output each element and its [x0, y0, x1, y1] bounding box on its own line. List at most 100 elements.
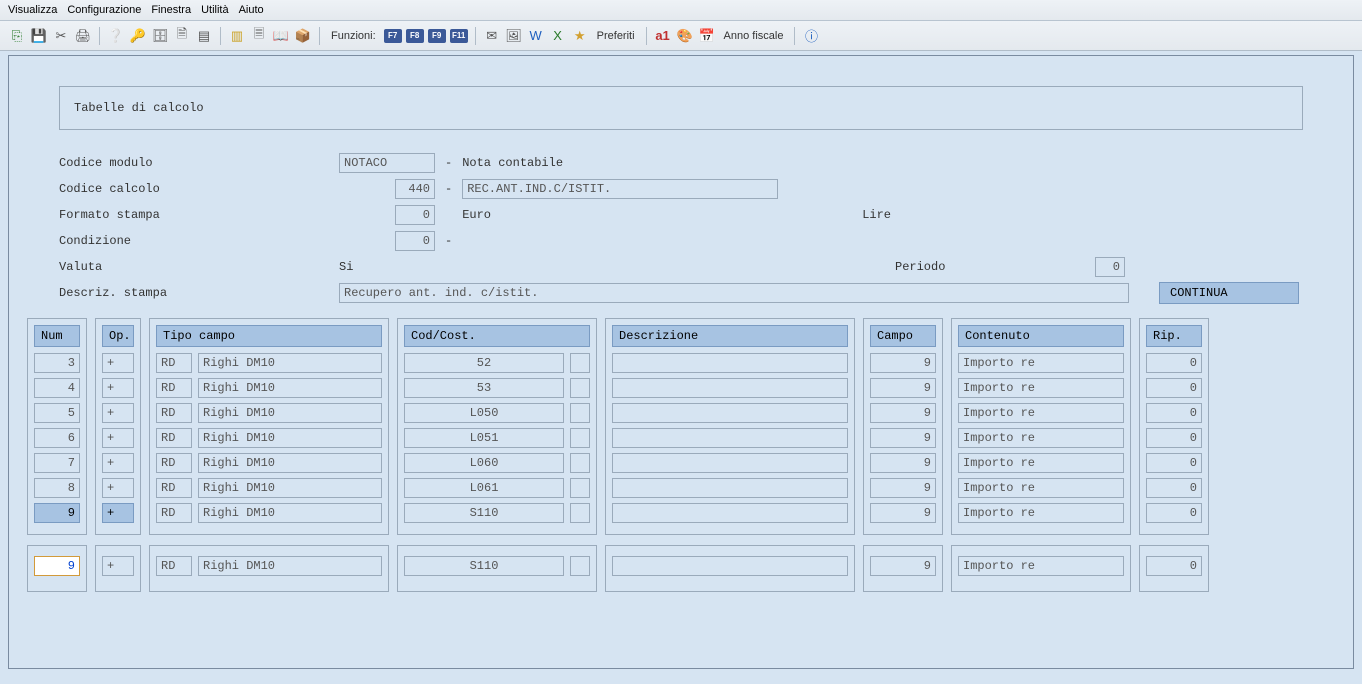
- edit-rip[interactable]: 0: [1146, 556, 1202, 576]
- cell-tc[interactable]: RD: [156, 453, 192, 473]
- cell-campo[interactable]: 9: [870, 503, 936, 523]
- cell-cont[interactable]: Importo re: [958, 503, 1124, 523]
- cell-cod[interactable]: 53: [404, 378, 564, 398]
- cell-cont[interactable]: Importo re: [958, 453, 1124, 473]
- menu-utilita[interactable]: Utilità: [201, 4, 229, 16]
- edit-cont[interactable]: Importo re: [958, 556, 1124, 576]
- edit-cod-extra[interactable]: [570, 556, 590, 576]
- cell-td[interactable]: Righi DM10: [198, 353, 382, 373]
- cell-num[interactable]: 5: [34, 403, 80, 423]
- star-icon[interactable]: ★: [571, 27, 589, 45]
- cal-icon[interactable]: 📅: [698, 27, 716, 45]
- cell-rip[interactable]: 0: [1146, 353, 1202, 373]
- edit-desc[interactable]: [612, 556, 848, 576]
- cell-tc[interactable]: RD: [156, 428, 192, 448]
- cell-cont[interactable]: Importo re: [958, 378, 1124, 398]
- cell-tc[interactable]: RD: [156, 378, 192, 398]
- print-icon[interactable]: 🖨: [74, 27, 92, 45]
- label-anno[interactable]: Anno fiscale: [724, 30, 784, 42]
- cell-cod-extra[interactable]: [570, 353, 590, 373]
- help-icon[interactable]: ❔: [107, 27, 125, 45]
- cell-num[interactable]: 6: [34, 428, 80, 448]
- cell-cont[interactable]: Importo re: [958, 478, 1124, 498]
- cell-td[interactable]: Righi DM10: [198, 503, 382, 523]
- cell-num[interactable]: 3: [34, 353, 80, 373]
- cell-desc[interactable]: [612, 478, 848, 498]
- cell-cod-extra[interactable]: [570, 378, 590, 398]
- info-icon[interactable]: ⓘ: [802, 27, 820, 45]
- input-codice-calcolo-desc[interactable]: [462, 179, 778, 199]
- edit-num[interactable]: 9: [34, 556, 80, 576]
- img-icon[interactable]: 🖼: [505, 27, 523, 45]
- input-descriz[interactable]: [339, 283, 1129, 303]
- cell-op[interactable]: +: [102, 503, 134, 523]
- edit-tc[interactable]: RD: [156, 556, 192, 576]
- cell-cod[interactable]: L060: [404, 453, 564, 473]
- cell-td[interactable]: Righi DM10: [198, 378, 382, 398]
- cell-campo[interactable]: 9: [870, 353, 936, 373]
- cell-tc[interactable]: RD: [156, 503, 192, 523]
- key-icon[interactable]: 🔑: [129, 27, 147, 45]
- cell-num[interactable]: 4: [34, 378, 80, 398]
- exit-icon[interactable]: ⎘: [8, 27, 26, 45]
- cell-rip[interactable]: 0: [1146, 378, 1202, 398]
- menu-aiuto[interactable]: Aiuto: [239, 4, 264, 16]
- input-condizione[interactable]: [395, 231, 435, 251]
- edit-td[interactable]: Righi DM10: [198, 556, 382, 576]
- cell-desc[interactable]: [612, 503, 848, 523]
- cell-td[interactable]: Righi DM10: [198, 428, 382, 448]
- cell-tc[interactable]: RD: [156, 478, 192, 498]
- cell-op[interactable]: +: [102, 378, 134, 398]
- word-icon[interactable]: W: [527, 27, 545, 45]
- cell-cod-extra[interactable]: [570, 428, 590, 448]
- cell-rip[interactable]: 0: [1146, 503, 1202, 523]
- label-preferiti[interactable]: Preferiti: [597, 30, 635, 42]
- cell-num[interactable]: 9: [34, 503, 80, 523]
- cell-desc[interactable]: [612, 403, 848, 423]
- book-icon[interactable]: 📖: [272, 27, 290, 45]
- list-icon[interactable]: ▤: [195, 27, 213, 45]
- cell-op[interactable]: +: [102, 403, 134, 423]
- cell-campo[interactable]: 9: [870, 378, 936, 398]
- cell-cod[interactable]: 52: [404, 353, 564, 373]
- mail-icon[interactable]: ✉: [483, 27, 501, 45]
- f11-button[interactable]: F11: [450, 29, 468, 43]
- db-icon[interactable]: 🗄: [151, 27, 169, 45]
- cell-campo[interactable]: 9: [870, 453, 936, 473]
- edit-cod[interactable]: S110: [404, 556, 564, 576]
- cell-campo[interactable]: 9: [870, 478, 936, 498]
- cell-cod[interactable]: S110: [404, 503, 564, 523]
- cell-campo[interactable]: 9: [870, 403, 936, 423]
- cell-cod[interactable]: L061: [404, 478, 564, 498]
- cell-op[interactable]: +: [102, 453, 134, 473]
- f9-button[interactable]: F9: [428, 29, 446, 43]
- cell-tc[interactable]: RD: [156, 353, 192, 373]
- save-icon[interactable]: 💾: [30, 27, 48, 45]
- cell-num[interactable]: 7: [34, 453, 80, 473]
- cell-rip[interactable]: 0: [1146, 453, 1202, 473]
- menu-finestra[interactable]: Finestra: [151, 4, 191, 16]
- cell-cod-extra[interactable]: [570, 453, 590, 473]
- page-icon[interactable]: 🗏: [250, 27, 268, 45]
- cell-rip[interactable]: 0: [1146, 428, 1202, 448]
- cell-tc[interactable]: RD: [156, 403, 192, 423]
- menu-visualizza[interactable]: Visualizza: [8, 4, 57, 16]
- cell-cont[interactable]: Importo re: [958, 403, 1124, 423]
- input-codice-calcolo[interactable]: [395, 179, 435, 199]
- cell-cod[interactable]: L050: [404, 403, 564, 423]
- cell-num[interactable]: 8: [34, 478, 80, 498]
- cell-cont[interactable]: Importo re: [958, 353, 1124, 373]
- input-formato[interactable]: [395, 205, 435, 225]
- cell-desc[interactable]: [612, 428, 848, 448]
- cell-td[interactable]: Righi DM10: [198, 403, 382, 423]
- cell-desc[interactable]: [612, 353, 848, 373]
- palette-icon[interactable]: 🎨: [676, 27, 694, 45]
- excel-icon[interactable]: X: [549, 27, 567, 45]
- cell-cod-extra[interactable]: [570, 403, 590, 423]
- cell-cont[interactable]: Importo re: [958, 428, 1124, 448]
- cell-op[interactable]: +: [102, 478, 134, 498]
- cell-rip[interactable]: 0: [1146, 403, 1202, 423]
- cell-cod[interactable]: L051: [404, 428, 564, 448]
- f8-button[interactable]: F8: [406, 29, 424, 43]
- cell-op[interactable]: +: [102, 353, 134, 373]
